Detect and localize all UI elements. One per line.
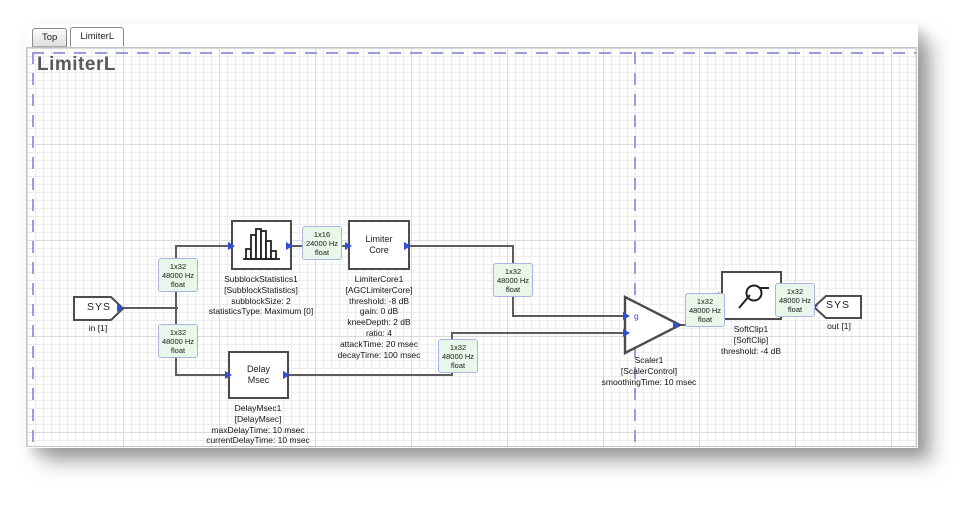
input-pin[interactable] [623,312,630,320]
softclip-curve-icon [730,278,774,314]
tab-top[interactable]: Top [32,28,67,47]
scaler-caption: Scaler1 [ScalerControl] smoothingTime: 1… [564,355,734,387]
wire-type-label: 1x3248000 Hzfloat [438,339,478,373]
design-canvas[interactable]: LimiterL SYS in [1] [26,47,917,447]
wire-type-label: 1x3248000 Hzfloat [493,263,533,297]
subblockstatistics-block[interactable] [231,220,292,270]
wire [410,245,514,247]
input-pin[interactable] [345,242,352,250]
wire [175,374,229,376]
delaymsec-block[interactable]: Delay Msec [228,351,289,399]
sys-output-text: SYS [813,299,863,311]
wire-type-label: 1x3248000 Hzfloat [685,293,725,327]
input-pin[interactable] [623,329,630,337]
wire [123,307,178,309]
delaymsec-inner-label: Delay Msec [247,364,270,386]
sys-output-port[interactable]: SYS [813,295,863,319]
wire [512,315,626,317]
output-pin[interactable] [286,242,293,250]
wire [451,332,626,334]
page-guide-top [32,52,916,54]
output-pin[interactable] [117,304,124,312]
output-pin[interactable] [404,242,411,250]
scaler-gain-pin-label: g [634,311,639,321]
designer-window: Top LimiterL LimiterL SYS [25,24,918,448]
limitercore-inner-label: Limiter Core [365,234,392,256]
delaymsec-caption: DelayMsec1 [DelayMsec] maxDelayTime: 10 … [173,403,343,446]
page-title: LimiterL [37,54,116,76]
wire-type-label: 1x3248000 Hzfloat [158,258,198,292]
wire [289,374,452,376]
wire-type-label: 1x1624000 Hzfloat [302,226,342,260]
input-pin[interactable] [228,242,235,250]
wire-type-label: 1x3248000 Hzfloat [775,283,815,317]
tab-limiterl[interactable]: LimiterL [70,27,124,47]
wire-type-label: 1x3248000 Hzfloat [158,324,198,358]
page-guide-left [32,52,34,446]
limitercore-block[interactable]: Limiter Core [348,220,410,270]
input-pin[interactable] [225,371,232,379]
output-pin[interactable] [283,371,290,379]
softclip-block[interactable] [721,271,782,320]
sys-output-caption: out [1] [754,321,917,332]
histogram-icon [240,226,284,264]
subsystem-tabbar: Top LimiterL [25,24,918,47]
wire [175,245,232,247]
